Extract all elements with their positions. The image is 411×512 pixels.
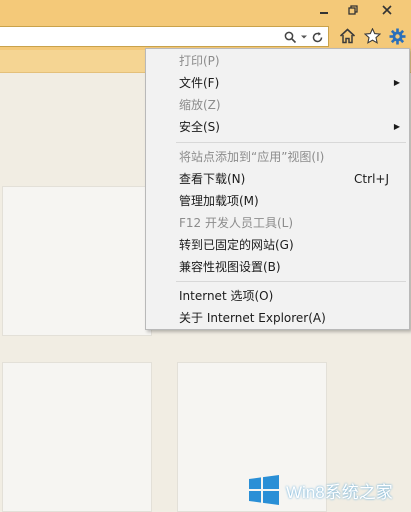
tools-gear-icon[interactable] <box>387 26 407 46</box>
submenu-arrow-icon: ▶ <box>393 78 400 87</box>
minimize-icon <box>320 12 328 14</box>
title-bar <box>0 0 411 22</box>
menu-item-zoom[interactable]: 缩放(Z) <box>146 95 409 115</box>
menu-item-dev-tools[interactable]: F12 开发人员工具(L) <box>146 213 409 233</box>
menu-item-add-to-apps[interactable]: 将站点添加到“应用”视图(I) <box>146 147 409 167</box>
refresh-icon[interactable] <box>311 28 324 46</box>
menu-item-file[interactable]: 文件(F) ▶ <box>146 73 409 93</box>
menu-item-print[interactable]: 打印(P) <box>146 51 409 71</box>
frequent-site-tile[interactable] <box>2 186 152 336</box>
home-icon[interactable] <box>337 26 357 46</box>
address-bar[interactable] <box>0 26 329 47</box>
menu-separator <box>176 281 406 282</box>
restore-icon <box>348 5 358 15</box>
menu-item-safety[interactable]: 安全(S) ▶ <box>146 117 409 137</box>
frequent-site-tile[interactable] <box>2 362 152 512</box>
menu-item-manage-addons[interactable]: 管理加载项(M) <box>146 191 409 211</box>
menu-separator <box>176 142 406 143</box>
favorites-star-icon[interactable] <box>362 26 382 46</box>
menu-item-compat-view[interactable]: 兼容性视图设置(B) <box>146 257 409 277</box>
restore-button[interactable] <box>341 0 365 20</box>
submenu-arrow-icon: ▶ <box>393 122 400 131</box>
watermark: Win8系统之家 <box>248 474 393 506</box>
dropdown-arrow-icon[interactable] <box>300 28 308 46</box>
menu-item-about-ie[interactable]: 关于 Internet Explorer(A) <box>146 308 409 328</box>
shortcut-label: Ctrl+J <box>354 172 389 186</box>
close-icon <box>382 5 392 15</box>
windows-logo-icon <box>249 475 279 505</box>
search-icon[interactable] <box>284 28 297 46</box>
menu-item-view-downloads[interactable]: 查看下载(N) Ctrl+J <box>146 169 409 189</box>
menu-item-pinned-sites[interactable]: 转到已固定的网站(G) <box>146 235 409 255</box>
tools-menu: 打印(P) 文件(F) ▶ 缩放(Z) 安全(S) ▶ 将站点添加到“应用”视图(I… <box>145 48 410 330</box>
menu-item-internet-options[interactable]: Internet 选项(O) <box>146 286 409 306</box>
watermark-text: Win8系统之家 <box>286 482 393 502</box>
navigation-toolbar <box>0 22 411 50</box>
close-button[interactable] <box>370 0 404 20</box>
minimize-button[interactable] <box>312 0 336 20</box>
